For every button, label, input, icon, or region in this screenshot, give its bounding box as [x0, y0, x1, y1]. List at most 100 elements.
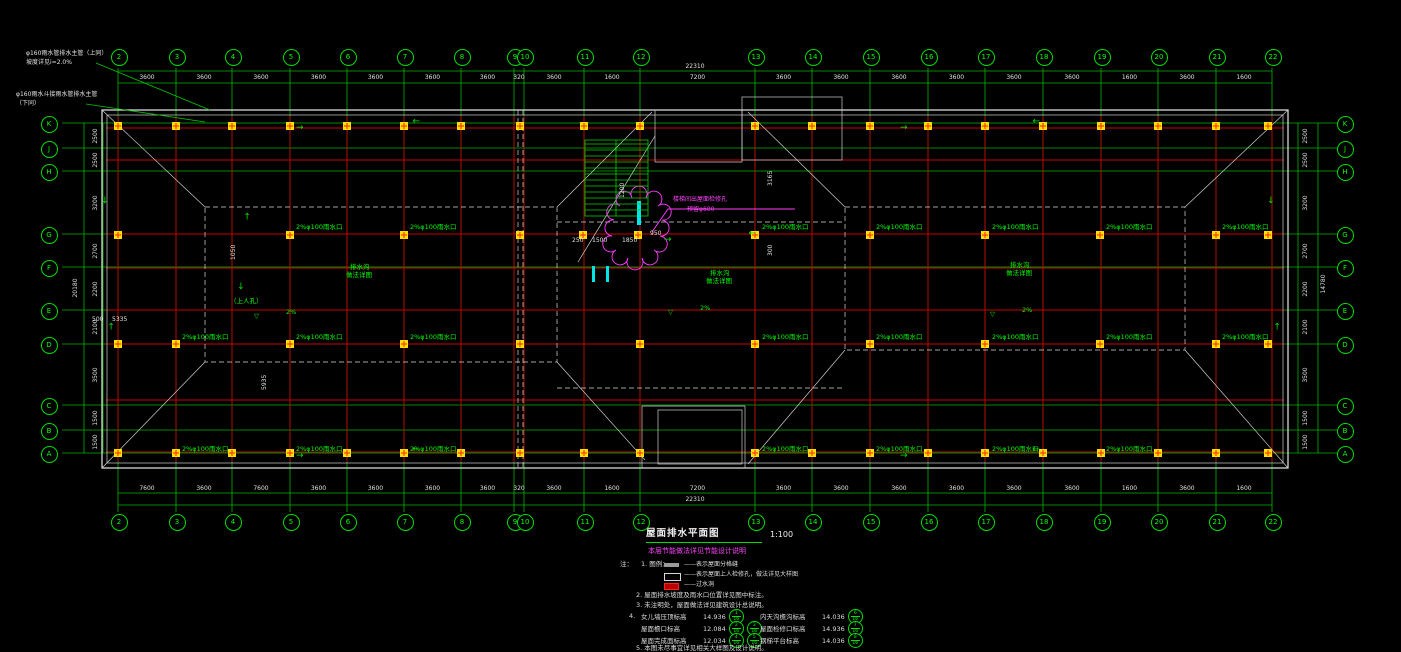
dim-label: 3600 [891, 486, 906, 492]
axis-bubble: 13 [748, 514, 765, 531]
dim-label: 3200 [1303, 195, 1309, 210]
axis-bubble: A [1337, 446, 1354, 463]
legend-text: ——过水洞 [684, 582, 714, 589]
axis-bubble: 7 [397, 49, 414, 66]
annotation: 300 [768, 245, 774, 256]
annotation: 2%φ100雨水口 [1222, 224, 1269, 231]
dim-label: 3600 [139, 75, 154, 81]
axis-bubble: F [41, 260, 58, 277]
axis-bubble: J [41, 141, 58, 158]
building-outline [102, 110, 1288, 468]
annotation: 2% [1022, 307, 1032, 314]
axis-bubble: K [1337, 116, 1354, 133]
axis-bubble: C [1337, 398, 1354, 415]
column-squares [114, 122, 1272, 457]
slope-arrow: → [99, 196, 108, 204]
dim-label: 3600 [949, 486, 964, 492]
annotation: ▽ [990, 311, 995, 318]
annotation: 2%φ100雨水口 [992, 334, 1039, 341]
dim-label: 3600 [833, 75, 848, 81]
axis-bubble: B [41, 423, 58, 440]
axis-bubble: C [41, 398, 58, 415]
dim-label: 3600 [546, 75, 561, 81]
dim-label: 1600 [604, 75, 619, 81]
dim-label: 3600 [1179, 75, 1194, 81]
drawing-subtitle: 本层节能做法详见节能设计说明 [648, 548, 746, 555]
slope-arrow: → [412, 443, 420, 452]
title-underline [646, 542, 762, 543]
dim-label: 3600 [253, 75, 268, 81]
annotation: 预留φ600 [687, 207, 714, 213]
slope-arrow: → [1265, 196, 1274, 204]
annotation: 坡度详见i=2.0% [26, 60, 72, 66]
dim-total: 14780 [1321, 274, 1327, 293]
elevation-label: 钢梯平台标高 [760, 635, 818, 648]
annotation: 做法详图 [706, 278, 732, 285]
axis-bubble: 22 [1265, 49, 1282, 66]
dim-label: 1600 [1122, 486, 1137, 492]
axis-bubble: F [1337, 260, 1354, 277]
dim-label: 320 [513, 486, 524, 492]
annotation: 2%φ100雨水口 [182, 446, 229, 453]
dim-label: 3600 [480, 75, 495, 81]
axis-bubble: 14 [805, 49, 822, 66]
dim-label: 1600 [1236, 486, 1251, 492]
dim-label: 3600 [546, 486, 561, 492]
axis-bubble: 18 [1036, 514, 1053, 531]
annotation: 2%φ100雨水口 [296, 224, 343, 231]
axis-bubble: 5 [283, 514, 300, 531]
slope-arrow: → [412, 115, 420, 124]
dim-label: 3600 [1006, 75, 1021, 81]
axis-bubble: 4 [225, 49, 242, 66]
slope-arrow: → [1032, 115, 1040, 124]
axis-bubble: 4 [225, 514, 242, 531]
axis-bubble: 5 [283, 49, 300, 66]
annotation: 2%φ100雨水口 [876, 334, 923, 341]
axis-bubble: 21 [1209, 514, 1226, 531]
annotation: 1500 [592, 238, 607, 244]
dim-label: 1500 [93, 410, 99, 425]
axis-bubble: 18 [1036, 49, 1053, 66]
annotation: 2%φ100雨水口 [296, 334, 343, 341]
slope-arrow: → [900, 452, 908, 461]
annotation: 500 [92, 317, 103, 323]
dim-label: 3600 [425, 486, 440, 492]
cad-canvas: 屋面排水平面图 1:100 本层节能做法详见节能设计说明 注： 1. 图例： —… [0, 0, 1401, 650]
dim-label: 1500 [1303, 434, 1309, 449]
dim-label: 3500 [93, 367, 99, 382]
axis-bubble: 11 [577, 49, 594, 66]
dim-label: 1500 [93, 434, 99, 449]
drawing-title: 屋面排水平面图 [646, 529, 720, 539]
dim-label: 3600 [776, 486, 791, 492]
annotation: 2%φ100雨水口 [1222, 334, 1269, 341]
note-2: 2. 屋面排水坡度及雨水口位置详见图中标注。 [636, 592, 768, 599]
annotation: ▽ [668, 309, 673, 316]
dim-label: 3600 [368, 75, 383, 81]
annotation: 2%φ100雨水口 [182, 334, 229, 341]
axis-bubble: E [1337, 303, 1354, 320]
elevation-value: 14.036 [822, 635, 845, 648]
axis-bubble: 22 [1265, 514, 1282, 531]
slope-arrow: → [244, 212, 253, 220]
slope-arrow: → [1274, 322, 1283, 330]
axis-bubble: 19 [1094, 514, 1111, 531]
axis-bubble: 15 [863, 49, 880, 66]
slope-arrow: → [1032, 443, 1040, 452]
dim-label: 3600 [480, 486, 495, 492]
dim-label: 3600 [1064, 75, 1079, 81]
legend-swatch [664, 583, 679, 590]
annotation: 排水沟 [1010, 262, 1030, 269]
dim-label: 2500 [93, 128, 99, 143]
annotation: 2%φ100雨水口 [1106, 446, 1153, 453]
dim-label: 7200 [690, 75, 705, 81]
dim-label: 2200 [1303, 281, 1309, 296]
legend-text: ——表示屋面分格缝 [684, 562, 738, 569]
axis-bubble: 11 [577, 514, 594, 531]
axis-bubble: E [41, 303, 58, 320]
axis-bubble: 8 [454, 514, 471, 531]
annotation: 250 [572, 238, 583, 244]
leader-lines [86, 63, 210, 122]
axis-bubble: 17 [978, 514, 995, 531]
axis-bubble: 17 [978, 49, 995, 66]
axis-bubble: 16 [921, 514, 938, 531]
